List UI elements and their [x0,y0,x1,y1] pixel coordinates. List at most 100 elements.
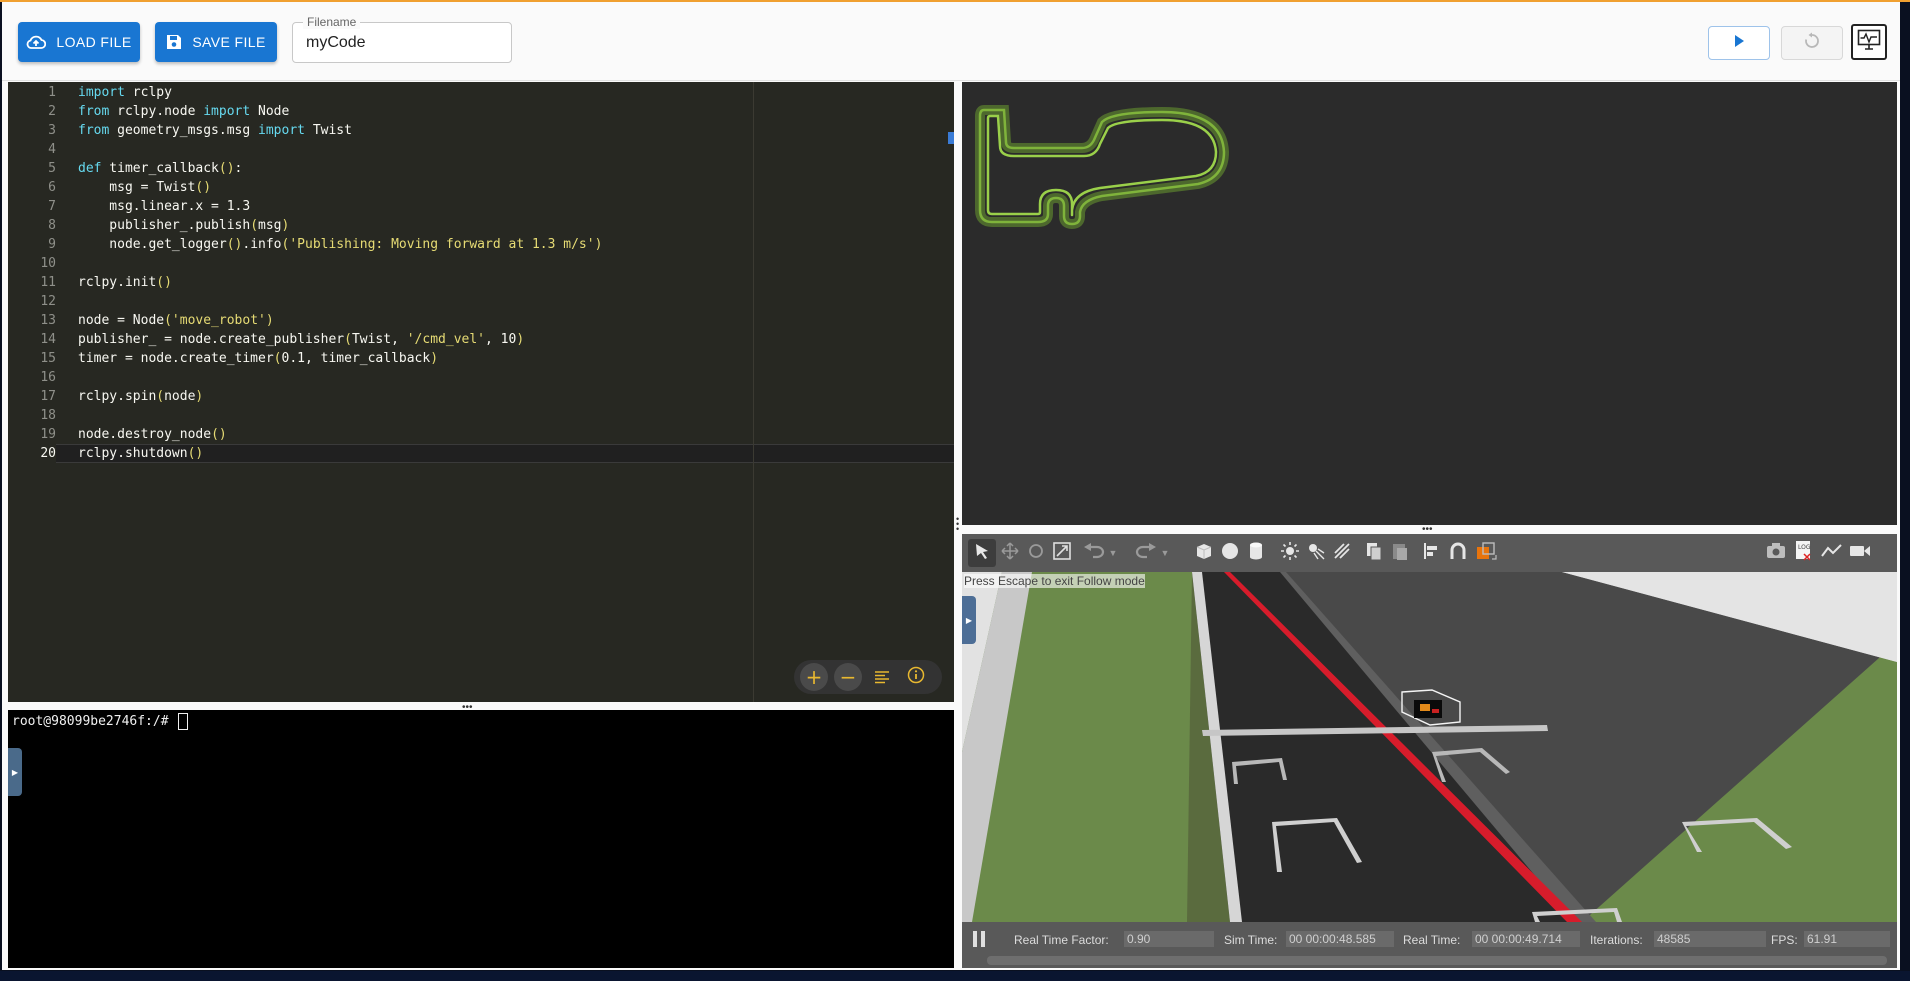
code-token: node [164,389,196,404]
3d-scene-view[interactable]: Press Escape to exit Follow mode [962,572,1897,922]
code-token: timer = node.create_timer [78,351,274,366]
point-light-button[interactable] [1276,539,1304,567]
code-token: ) [265,313,274,328]
code-token: : [234,161,243,176]
redo-history-dropdown[interactable]: ▼ [1158,539,1172,567]
code-token: Twist, [351,332,407,347]
scrollbar-marker[interactable] [948,132,954,144]
line-number: 20 [40,446,56,461]
rotate-mode-button[interactable] [1022,539,1050,567]
pause-button[interactable] [972,930,986,953]
copy-button[interactable] [1360,539,1388,567]
reset-button[interactable] [1781,26,1843,60]
terminal-side-handle[interactable]: ▶ [8,748,22,796]
view-angle-icon [1475,541,1497,566]
code-line: timer = node.create_timer(0.1, timer_cal… [78,349,438,368]
gazebo-side-handle[interactable]: ▶ [962,596,976,644]
code-token: ) [594,237,603,252]
line-number: 12 [40,294,56,309]
code-token: Node [250,104,290,119]
point-light-icon [1280,541,1300,566]
load-file-label: LOAD FILE [56,34,132,50]
code-token: msg [258,218,282,233]
log-button[interactable]: LOG [1790,539,1818,567]
format-button[interactable] [868,663,896,691]
redo-button[interactable] [1132,539,1160,567]
monitor-icon [1857,29,1881,56]
select-mode-button[interactable] [968,539,996,567]
monitor-button[interactable] [1851,24,1887,60]
sphere-shape-button[interactable] [1216,539,1244,567]
line-number: 6 [48,180,56,195]
box-shape-button[interactable] [1190,539,1218,567]
info-button[interactable] [902,663,930,691]
snap-button[interactable] [1444,539,1472,567]
app-window: LOAD FILE SAVE FILE Filename myCode 1 2 … [2,2,1900,970]
paste-button[interactable] [1386,539,1414,567]
plot-button[interactable] [1818,539,1846,567]
code-token: ( [164,313,172,328]
align-button[interactable] [1418,539,1446,567]
code-token: '/cmd_vel' [406,332,486,347]
screenshot-button[interactable] [1762,539,1790,567]
sim-time-label: Sim Time: [1224,933,1278,947]
cursor-arrow-icon [973,542,991,565]
terminal-prompt: root@98099be2746f:/# [12,714,177,729]
vertical-splitter[interactable]: • • • [956,515,959,534]
translate-mode-button[interactable] [996,539,1024,567]
cylinder-shape-button[interactable] [1242,539,1270,567]
plot-icon [1821,543,1843,564]
code-line: node.destroy_node() [78,425,227,444]
code-token: ) [281,218,290,233]
gazebo-status-bar: Real Time Factor: 0.90 Sim Time: 00 00:0… [962,922,1897,968]
circuit-map-view [962,82,1897,525]
code-token: () [211,427,227,442]
code-token: node = Node [78,313,165,328]
code-token: geometry_msgs.msg [109,123,259,138]
code-editor[interactable]: 1 2 3 4 5 6 7 8 9 10 11 12 13 14 15 16 17 18 19 20 import r… [8,82,954,702]
spot-light-button[interactable] [1302,539,1330,567]
gazebo-toolbar: ▼ ▼ LOG [962,534,1897,572]
filename-label: Filename [303,15,361,29]
line-number: 10 [40,256,56,271]
undo-history-dropdown[interactable]: ▼ [1106,539,1120,567]
code-line: import rclpy [78,83,172,102]
save-file-button[interactable]: SAVE FILE [155,22,277,62]
code-token: rclpy.spin [78,389,157,404]
gazebo-horizontal-scrollbar[interactable] [987,956,1887,965]
scale-mode-button[interactable] [1048,539,1076,567]
line-number: 1 [48,85,56,100]
video-record-button[interactable] [1846,539,1874,567]
line-number: 15 [40,351,56,366]
code-token: ) [430,351,439,366]
zoom-in-button[interactable]: + [800,663,828,691]
code-token: () [218,161,235,176]
view-angle-button[interactable] [1472,539,1500,567]
filename-field[interactable]: Filename myCode [292,15,512,63]
filename-input[interactable]: myCode [306,34,366,52]
code-line: publisher_.publish(msg) [78,216,289,235]
redo-icon [1135,542,1157,564]
rotate-icon [1027,542,1045,565]
line-number: 4 [48,142,56,157]
code-token: .info [242,237,282,252]
cylinder-icon [1248,541,1264,566]
code-token: ( [250,218,259,233]
code-token: () [187,446,204,461]
terminal[interactable]: root@98099be2746f:/# ▶ [8,710,954,968]
code-token: 10 [500,332,517,347]
load-file-button[interactable]: LOAD FILE [18,22,140,62]
camera-icon [1766,542,1786,565]
code-token: node.destroy_node [78,427,212,442]
code-line: msg = Twist() [78,178,211,197]
sphere-icon [1220,541,1240,566]
code-line: node.get_logger().info('Publishing: Movi… [78,235,602,254]
zoom-out-button[interactable]: − [834,663,862,691]
directional-light-button[interactable] [1328,539,1356,567]
code-token: 'move_robot' [171,313,266,328]
code-line: rclpy.init() [78,273,172,292]
run-button[interactable] [1708,26,1770,60]
code-token: msg.linear.x = [78,199,227,214]
undo-button[interactable] [1080,539,1108,567]
code-line: msg.linear.x = 1.3 [78,197,250,216]
